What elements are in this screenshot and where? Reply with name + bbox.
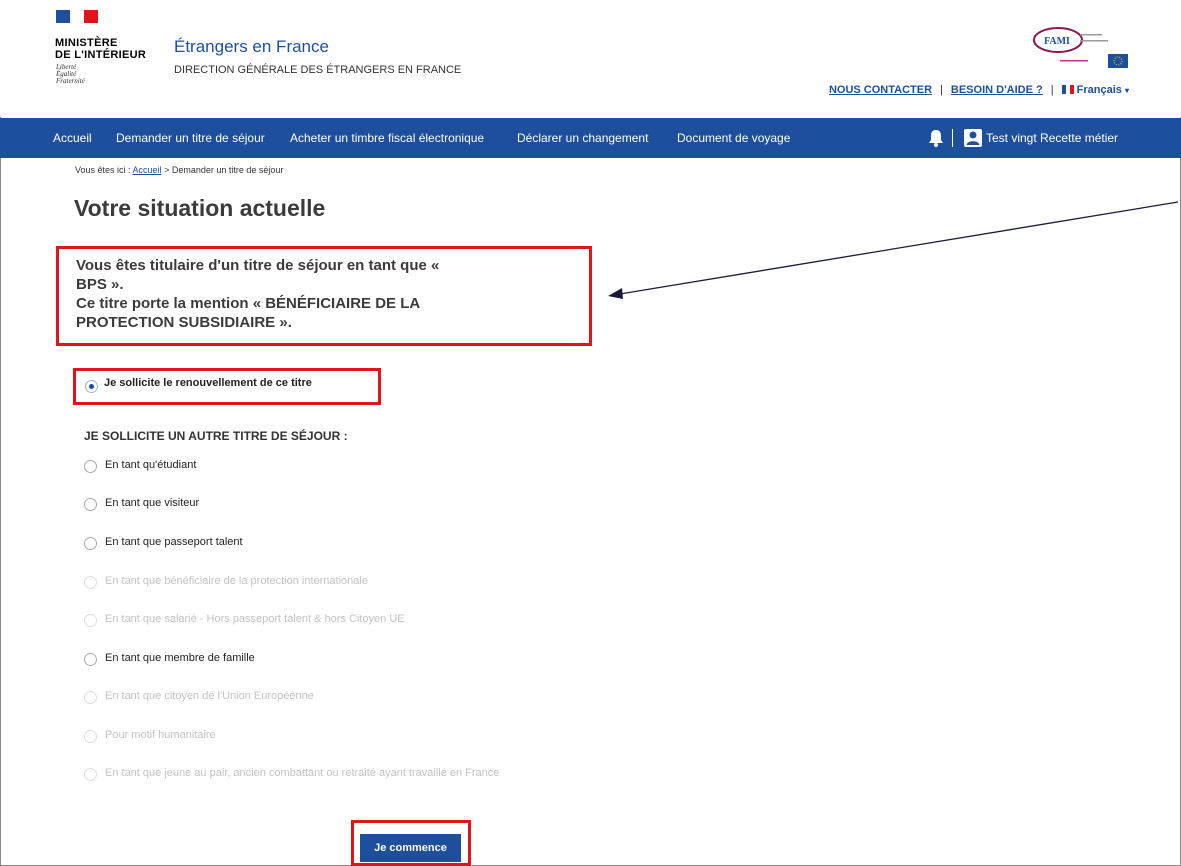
fami-eu-logo: FAMI [1033, 27, 1128, 68]
status-line: Vous êtes titulaire d'un titre de séjour… [76, 257, 440, 274]
option-citoyen-ue-label: En tant que citoyen de l'Union Européenn… [105, 690, 314, 702]
user-account-link[interactable]: Test vingt Recette métier [986, 131, 1118, 145]
republic-motto: Liberté Égalité Fraternité [56, 64, 85, 85]
option-motif-humanitaire-label: Pour motif humanitaire [105, 729, 216, 741]
option-visiteur-label[interactable]: En tant que visiteur [105, 497, 199, 509]
site-header: MINISTÈRE DE L'INTÉRIEUR Liberté Égalité… [0, 0, 1181, 117]
radio-visiteur[interactable] [84, 498, 97, 511]
bell-icon[interactable] [928, 129, 944, 147]
status-line: BPS ». [76, 276, 124, 293]
current-status-text: Vous êtes titulaire d'un titre de séjour… [76, 256, 556, 332]
option-salarie-label: En tant que salarié - Hors passeport tal… [105, 613, 405, 625]
french-flag-icon [1061, 84, 1074, 96]
separator: | [940, 84, 943, 96]
fami-logo-text: FAMI [1044, 36, 1070, 47]
nav-item-timbre-fiscal[interactable]: Acheter un timbre fiscal électronique [290, 131, 484, 145]
radio-etudiant[interactable] [84, 460, 97, 473]
nav-item-accueil[interactable]: Accueil [53, 131, 92, 145]
user-icon[interactable] [964, 129, 982, 147]
status-line: PROTECTION SUBSIDIAIRE ». [76, 314, 292, 331]
renew-option-label[interactable]: Je sollicite le renouvellement de ce tit… [104, 377, 312, 389]
radio-membre-famille[interactable] [84, 653, 97, 666]
breadcrumb-home-link[interactable]: Accueil [133, 165, 162, 175]
start-button[interactable]: Je commence [360, 834, 461, 862]
nav-item-demander-titre[interactable]: Demander un titre de séjour [116, 131, 265, 145]
renew-radio[interactable] [85, 380, 98, 393]
radio-motif-humanitaire [84, 730, 97, 743]
radio-jeune-au-pair [84, 768, 97, 781]
option-etudiant-label[interactable]: En tant qu'étudiant [105, 459, 196, 471]
separator: | [1050, 84, 1054, 96]
option-protection-internationale-label: En tant que bénéficiaire de la protectio… [105, 575, 368, 587]
radio-salarie [84, 614, 97, 627]
breadcrumb: Vous êtes ici : Accueil > Demander un ti… [75, 165, 283, 175]
ministry-line-2: DE L'INTÉRIEUR [55, 49, 147, 61]
radio-citoyen-ue [84, 691, 97, 704]
nav-divider [952, 129, 953, 147]
radio-passeport-talent[interactable] [84, 537, 97, 550]
ministry-line-1: MINISTÈRE [55, 37, 118, 49]
contact-link[interactable]: NOUS CONTACTER [829, 84, 932, 96]
option-membre-famille-label[interactable]: En tant que membre de famille [105, 652, 255, 664]
ministry-logo[interactable]: MINISTÈRE DE L'INTÉRIEUR [55, 37, 146, 61]
site-subtitle: DIRECTION GÉNÉRALE DES ÉTRANGERS EN FRAN… [174, 64, 462, 76]
other-permit-heading: JE SOLLICITE UN AUTRE TITRE DE SÉJOUR : [84, 429, 348, 443]
nav-item-declarer-changement[interactable]: Déclarer un changement [517, 131, 648, 145]
site-title[interactable]: Étrangers en France [174, 37, 329, 57]
page-title: Votre situation actuelle [74, 195, 326, 221]
main-nav: Accueil Demander un titre de séjour Ache… [0, 118, 1181, 158]
language-label: Français [1076, 84, 1122, 96]
caret-down-icon: ▾ [1124, 86, 1129, 95]
utility-links: NOUS CONTACTER | BESOIN D'AIDE ? | Français… [0, 84, 1129, 96]
breadcrumb-prefix: Vous êtes ici : [75, 165, 133, 175]
option-passeport-talent-label[interactable]: En tant que passeport talent [105, 536, 243, 548]
language-selector[interactable]: Français ▾ [1061, 84, 1129, 96]
radio-protection-internationale [84, 576, 97, 589]
republic-flag-icon [56, 10, 98, 23]
option-jeune-au-pair-label: En tant que jeune au pair, ancien combat… [105, 767, 500, 779]
status-line: Ce titre porte la mention « BÉNÉFICIAIRE… [76, 295, 421, 312]
help-link[interactable]: BESOIN D'AIDE ? [951, 84, 1043, 96]
nav-item-document-voyage[interactable]: Document de voyage [677, 131, 790, 145]
breadcrumb-current: > Demander un titre de séjour [161, 165, 284, 175]
